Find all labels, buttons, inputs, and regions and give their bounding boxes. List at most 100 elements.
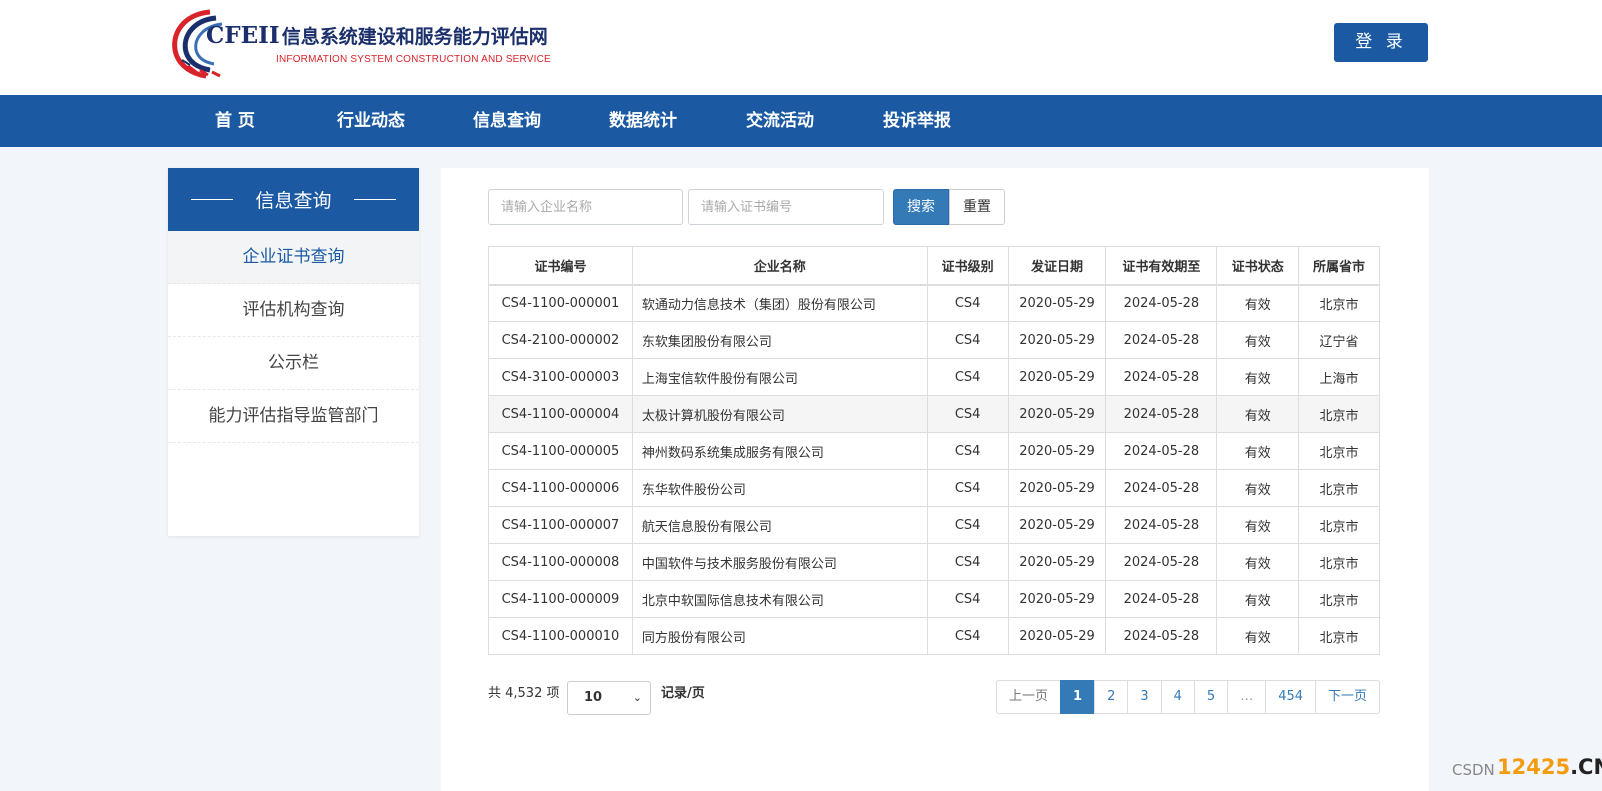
nav-item-statistics[interactable]: 数据统计 [609,95,677,147]
logo-name-cn: 信息系统建设和服务能力评估网 [281,26,548,48]
cell-status: 有效 [1216,580,1300,618]
sidebar-item-notice-board[interactable]: 公示栏 [168,337,419,390]
next-page-button[interactable]: 下一页 [1315,680,1381,714]
logo-name-en: INFORMATION SYSTEM CONSTRUCTION AND SERV… [276,54,551,65]
search-button[interactable]: 搜索 [893,189,949,225]
page-size-select[interactable]: 10 ⌄ [567,681,651,715]
cell-level: CS4 [926,580,1009,618]
cell-cert-no: CS4-1100-000004 [488,395,633,433]
cell-company: 中国软件与技术服务股份有限公司 [631,543,928,581]
site-logo[interactable]: CFEII 信息系统建设和服务能力评估网 INFORMATION SYSTEM C… [166,8,551,80]
cell-status: 有效 [1216,469,1300,507]
page-button[interactable]: 3 [1127,680,1162,714]
cell-province: 北京市 [1298,506,1380,544]
table-row[interactable]: CS4-1100-000007 航天信息股份有限公司 CS4 2020-05-29 20… [488,506,1380,544]
cell-expiry: 2024-05-28 [1105,580,1218,618]
col-header-cert-no[interactable]: 证书编号 [488,246,633,286]
cell-province: 北京市 [1298,580,1380,618]
cell-issue-date: 2020-05-29 [1007,432,1107,470]
login-button[interactable]: 登 录 [1334,23,1428,62]
table-row[interactable]: CS4-1100-000004 太极计算机股份有限公司 CS4 2020-05-29 2… [488,395,1380,433]
table-header-row: 证书编号 企业名称 证书级别 发证日期 证书有效期至 证书状态 所属省市 [488,246,1380,286]
table-row[interactable]: CS4-2100-000002 东软集团股份有限公司 CS4 2020-05-29 20… [488,321,1380,359]
col-header-issue-date[interactable]: 发证日期 [1007,246,1107,286]
cell-expiry: 2024-05-28 [1105,432,1218,470]
cell-expiry: 2024-05-28 [1105,469,1218,507]
cell-expiry: 2024-05-28 [1105,617,1218,655]
cert-table: 证书编号 企业名称 证书级别 发证日期 证书有效期至 证书状态 所属省市 CS4… [488,246,1380,655]
sidebar-item-supervision-dept[interactable]: 能力评估指导监管部门 [168,390,419,443]
table-row[interactable]: CS4-1100-000010 同方股份有限公司 CS4 2020-05-29 2024… [488,617,1380,655]
chevron-down-icon: ⌄ [632,691,642,704]
cell-issue-date: 2020-05-29 [1007,469,1107,507]
cell-cert-no: CS4-1100-000005 [488,432,633,470]
cell-level: CS4 [926,617,1009,655]
page-ellipsis: … [1227,680,1267,714]
main-content: 搜索 重置 证书编号 企业名称 证书级别 发证日期 证书有效期至 证书状态 所属… [441,168,1429,791]
page-button[interactable]: 454 [1265,680,1317,714]
cell-cert-no: CS4-2100-000002 [488,321,633,359]
sidebar-item-agency-query[interactable]: 评估机构查询 [168,284,419,337]
page-button[interactable]: 4 [1160,680,1195,714]
cell-level: CS4 [926,432,1009,470]
page-button[interactable]: 2 [1094,680,1129,714]
cell-cert-no: CS4-1100-000009 [488,580,633,618]
reset-button[interactable]: 重置 [949,189,1005,225]
col-header-expiry[interactable]: 证书有效期至 [1105,246,1218,286]
total-count: 共 4,532 项 [488,686,560,701]
nav-item-industry-news[interactable]: 行业动态 [337,95,405,147]
cert-number-input[interactable] [688,189,884,225]
table-row[interactable]: CS4-1100-000005 神州数码系统集成服务有限公司 CS4 2020-05-… [488,432,1380,470]
watermark-site: 12425.CN [1497,755,1602,779]
cell-status: 有效 [1216,284,1300,322]
nav-item-complaints[interactable]: 投诉举报 [883,95,951,147]
cell-company: 神州数码系统集成服务有限公司 [631,432,928,470]
main-nav: 首 页 行业动态 信息查询 数据统计 交流活动 投诉举报 [0,95,1602,147]
sidebar-item-cert-query[interactable]: 企业证书查询 [168,231,419,284]
watermark-prefix: CSDN [1452,761,1495,779]
cell-issue-date: 2020-05-29 [1007,617,1107,655]
table-row[interactable]: CS4-1100-000008 中国软件与技术服务股份有限公司 CS4 2020-05… [488,543,1380,581]
cell-company: 北京中软国际信息技术有限公司 [631,580,928,618]
cell-province: 北京市 [1298,432,1380,470]
logo-abbr: CFEII [206,22,280,49]
nav-item-home[interactable]: 首 页 [215,95,255,147]
cell-province: 上海市 [1298,358,1380,396]
cell-expiry: 2024-05-28 [1105,506,1218,544]
cell-issue-date: 2020-05-29 [1007,580,1107,618]
sidebar-title: 信息查询 [168,168,419,231]
per-page-label: 记录/页 [661,686,705,701]
table-row[interactable]: CS4-1100-000006 东华软件股份公司 CS4 2020-05-29 2024… [488,469,1380,507]
cell-cert-no: CS4-1100-000007 [488,506,633,544]
table-row[interactable]: CS4-3100-000003 上海宝信软件股份有限公司 CS4 2020-05-29… [488,358,1380,396]
page-button[interactable]: 1 [1060,680,1096,714]
prev-page-button[interactable]: 上一页 [996,680,1062,714]
cell-cert-no: CS4-3100-000003 [488,358,633,396]
sidebar: 信息查询 企业证书查询 评估机构查询 公示栏 能力评估指导监管部门 [168,168,419,536]
cell-company: 东软集团股份有限公司 [631,321,928,359]
cell-cert-no: CS4-1100-000010 [488,617,633,655]
nav-item-info-query[interactable]: 信息查询 [473,95,541,147]
page-button[interactable]: 5 [1193,680,1229,714]
cell-level: CS4 [926,469,1009,507]
cell-company: 软通动力信息技术（集团）股份有限公司 [631,284,928,322]
col-header-level[interactable]: 证书级别 [926,246,1009,286]
company-name-input[interactable] [488,189,683,225]
cell-cert-no: CS4-1100-000001 [488,284,633,322]
divider [191,199,234,200]
col-header-company[interactable]: 企业名称 [631,246,928,286]
cell-expiry: 2024-05-28 [1105,284,1218,322]
cell-province: 北京市 [1298,543,1380,581]
table-row[interactable]: CS4-1100-000001 软通动力信息技术（集团）股份有限公司 CS4 2020… [488,284,1380,322]
cell-expiry: 2024-05-28 [1105,543,1218,581]
cell-cert-no: CS4-1100-000008 [488,543,633,581]
cell-level: CS4 [926,543,1009,581]
pagination: 上一页 1 2 3 4 5… 454 下一页 [996,680,1381,714]
cell-status: 有效 [1216,506,1300,544]
col-header-status[interactable]: 证书状态 [1216,246,1300,286]
nav-item-events[interactable]: 交流活动 [746,95,814,147]
col-header-province[interactable]: 所属省市 [1298,246,1380,286]
cell-issue-date: 2020-05-29 [1007,321,1107,359]
table-row[interactable]: CS4-1100-000009 北京中软国际信息技术有限公司 CS4 2020-05-… [488,580,1380,618]
watermark-site-number: 12425 [1497,755,1571,779]
